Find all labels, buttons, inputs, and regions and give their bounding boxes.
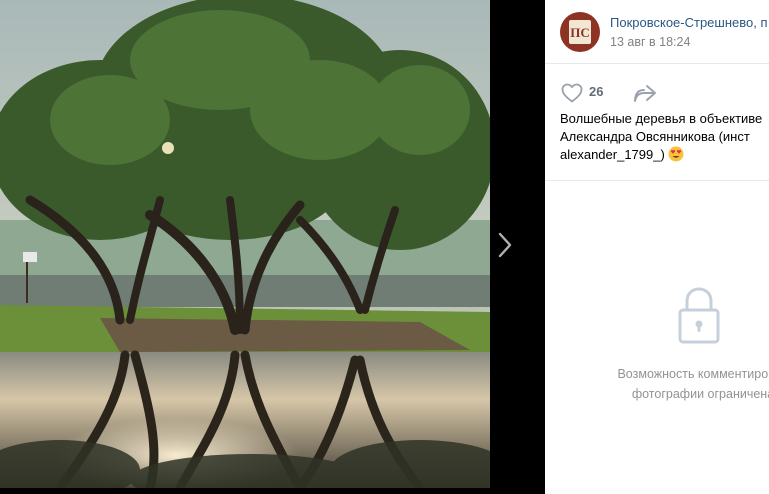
heart-icon bbox=[561, 83, 583, 103]
avatar[interactable]: ПС bbox=[560, 12, 600, 52]
avatar-label: ПС bbox=[570, 25, 590, 40]
divider bbox=[545, 63, 769, 64]
post-caption: Волшебные деревья в объективе Александра… bbox=[560, 110, 769, 164]
divider bbox=[545, 180, 769, 181]
post-date[interactable]: 13 авг в 18:24 bbox=[610, 35, 690, 49]
share-button[interactable] bbox=[632, 81, 660, 105]
comments-restricted-line2: фотографии ограничена bbox=[631, 387, 769, 401]
lock-icon bbox=[677, 286, 721, 349]
next-photo-button[interactable] bbox=[490, 215, 520, 275]
post-sidebar: ПС Покровское-Стрешнево, п 13 авг в 18:2… bbox=[545, 0, 769, 494]
tree-photo[interactable] bbox=[0, 0, 490, 488]
post-author: ПС Покровское-Стрешнево, п 13 авг в 18:2… bbox=[560, 12, 769, 57]
author-name-link[interactable]: Покровское-Стрешнево, п bbox=[610, 15, 768, 30]
like-button[interactable]: 26 bbox=[560, 81, 620, 105]
comments-restricted-line1: Возможность комментирован bbox=[617, 367, 769, 381]
chevron-right-icon bbox=[498, 232, 512, 258]
heart-eyes-emoji-icon bbox=[668, 146, 684, 162]
photo-viewer bbox=[0, 0, 545, 494]
caption-text: Волшебные деревья в объективе Александра… bbox=[560, 111, 763, 162]
like-count: 26 bbox=[589, 84, 604, 99]
share-arrow-icon bbox=[634, 85, 656, 102]
comments-restricted-notice: Возможность комментирован фотографии огр… bbox=[583, 364, 769, 404]
